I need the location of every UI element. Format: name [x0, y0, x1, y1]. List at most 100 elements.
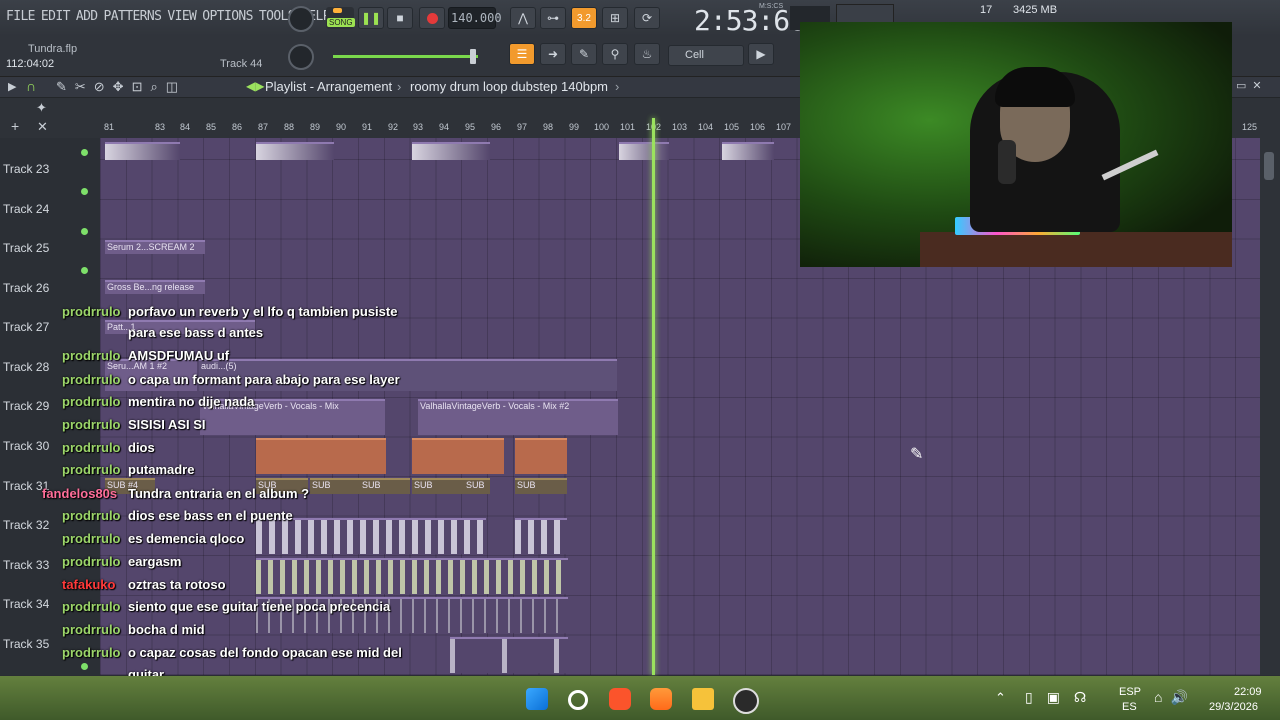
input-language-sub[interactable]: ES — [1122, 701, 1137, 713]
sub-clip[interactable]: SUB — [515, 478, 567, 494]
tray-icons[interactable]: ▯▣☊ — [1025, 689, 1100, 706]
playlist-button[interactable]: ☰ — [509, 43, 535, 65]
track-name[interactable]: Track 30 — [3, 439, 49, 453]
sub-clip[interactable]: SUB — [412, 478, 464, 494]
track-name[interactable]: Track 27 — [3, 320, 49, 334]
chat-message: prodrrulo siento que ese guitar tiene poc… — [62, 599, 390, 614]
snap-selector[interactable]: Cell — [668, 45, 744, 66]
audio-clip[interactable] — [515, 438, 567, 474]
ruler-label: 94 — [439, 122, 450, 132]
serum-clip[interactable]: Serum 2...SCREAM 2 — [105, 240, 205, 254]
track-name[interactable]: Track 35 — [3, 637, 49, 651]
audio-clip[interactable] — [515, 518, 567, 554]
mixer-button[interactable]: ♨ — [634, 43, 660, 65]
track-name[interactable]: Track 26 — [3, 281, 49, 295]
menu-patterns[interactable]: PATTERNS — [104, 9, 162, 24]
audio-clip[interactable] — [105, 142, 180, 160]
audio-clip[interactable] — [256, 558, 568, 594]
link-button[interactable]: ⚲ — [602, 43, 628, 65]
pitch-knob[interactable] — [288, 44, 314, 70]
tempo-display[interactable]: 140.000 — [448, 7, 502, 29]
file-explorer-icon[interactable] — [692, 688, 714, 710]
vertical-scrollbar[interactable] — [1260, 138, 1280, 675]
playhead[interactable] — [652, 118, 655, 675]
taskbar-clock[interactable]: 22:09 — [1234, 686, 1262, 698]
sub-clip[interactable]: SUB — [360, 478, 410, 494]
valhalla-automation-clip[interactable]: ValhallaVintageVerb - Vocals - Mix #2 — [418, 399, 618, 435]
track-mute-dot[interactable] — [81, 188, 88, 195]
sub-clip[interactable]: SUB — [310, 478, 360, 494]
track-name[interactable]: Track 24 — [3, 202, 49, 216]
chat-message: prodrrulo AMSDFUMAU uf — [62, 348, 229, 363]
arrow-tool-button[interactable]: ➜ — [540, 43, 566, 65]
playlist-pattern-name[interactable]: roomy drum loop dubstep 140bpm — [410, 79, 608, 94]
chat-message: prodrrulo eargasm — [62, 554, 181, 569]
ruler-label: 98 — [543, 122, 554, 132]
close-icon[interactable]: ✕ — [37, 119, 48, 135]
input-language-code[interactable]: ESP — [1119, 686, 1141, 698]
windows-start-icon[interactable] — [526, 688, 548, 710]
magnet-snap-icon[interactable]: ∩ — [26, 78, 36, 94]
tray-chevron-icon[interactable]: ⌃ — [995, 690, 1006, 706]
pencil-tool-button[interactable]: ✎ — [571, 43, 597, 65]
master-volume-handle[interactable] — [470, 49, 476, 64]
track-name[interactable]: Track 33 — [3, 558, 49, 572]
ruler-label: 97 — [517, 122, 528, 132]
track-name[interactable]: Track 32 — [3, 518, 49, 532]
obs-icon[interactable] — [733, 688, 759, 714]
audio-clip[interactable] — [450, 637, 568, 673]
tray-status-icons[interactable]: ⌂🔊 — [1154, 689, 1196, 706]
chat-text: mentira no dije nada — [128, 394, 255, 409]
track-name[interactable]: Track 23 — [3, 162, 49, 176]
playlist-tool-icons[interactable]: ✎✂⊘✥⊡⌕◫ — [56, 79, 186, 95]
menu-add[interactable]: ADD — [76, 9, 98, 24]
window-controls[interactable]: ▭✕ — [1236, 79, 1268, 92]
track-name[interactable]: Track 25 — [3, 241, 49, 255]
blend-notes-button[interactable]: ⊞ — [602, 7, 628, 29]
track-mute-dot[interactable] — [81, 149, 88, 156]
menu-options[interactable]: OPTIONS — [202, 9, 253, 24]
track-name[interactable]: Track 34 — [3, 597, 49, 611]
sub-clip[interactable]: SUB — [464, 478, 490, 494]
pause-button[interactable]: ❚❚ — [358, 7, 384, 29]
chat-text: dios ese bass en el puente — [128, 508, 293, 523]
loop-record-button[interactable]: ⟳ — [634, 7, 660, 29]
song-mode-button[interactable]: SONG — [326, 7, 355, 29]
pattern-dropdown-arrow[interactable]: › — [615, 79, 619, 94]
audio-clip[interactable] — [256, 518, 486, 554]
menu-file[interactable]: FILE — [6, 9, 36, 24]
track-name[interactable]: Track 29 — [3, 399, 49, 413]
metronome-button[interactable]: ⋀ — [510, 7, 536, 29]
taskbar-date[interactable]: 29/3/2026 — [1209, 701, 1258, 713]
stop-button[interactable]: ■ — [387, 7, 413, 29]
brave-browser-icon[interactable] — [609, 688, 631, 710]
master-volume-slider[interactable] — [333, 55, 478, 58]
add-track-icon[interactable]: + — [11, 118, 19, 134]
audio-clip[interactable] — [722, 142, 774, 160]
audio-clip[interactable] — [619, 142, 669, 160]
playlist-menu-arrow[interactable]: ▶ — [8, 80, 16, 93]
track-mute-dot[interactable] — [81, 228, 88, 235]
master-volume-knob[interactable] — [288, 6, 314, 32]
audio-clip[interactable] — [256, 438, 386, 474]
chat-text: putamadre — [128, 462, 195, 477]
chat-text: SISISI ASI SI — [128, 417, 206, 432]
audio-clip[interactable] — [412, 142, 490, 160]
zoom-icon[interactable]: ✦ — [36, 100, 47, 116]
wait-record-button[interactable]: ⊶ — [540, 7, 566, 29]
webcam-overlay — [800, 22, 1232, 267]
chat-message: tafakuko oztras ta rotoso — [62, 577, 226, 592]
track-name[interactable]: Track 28 — [3, 360, 49, 374]
record-button[interactable] — [419, 7, 445, 29]
audio-clip[interactable] — [256, 142, 334, 160]
next-button[interactable]: ▶ — [748, 43, 774, 65]
track-mute-dot[interactable] — [81, 267, 88, 274]
audio-clip[interactable] — [412, 438, 504, 474]
playlist-nav-arrow[interactable]: ◀▶ — [246, 79, 264, 93]
menu-edit[interactable]: EDIT — [41, 9, 71, 24]
search-icon[interactable] — [568, 690, 588, 710]
fl-studio-icon[interactable] — [650, 688, 672, 710]
menu-view[interactable]: VIEW — [167, 9, 197, 24]
step-button[interactable]: 3.2 — [571, 7, 597, 29]
gross-beat-clip[interactable]: Gross Be...ng release — [105, 280, 205, 294]
